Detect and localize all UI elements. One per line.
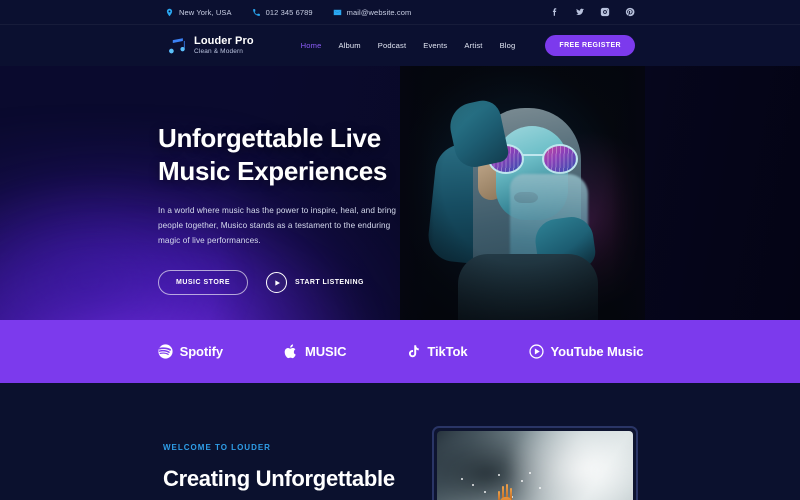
hero-content: Unforgettable Live Music Experiences In … xyxy=(158,122,403,296)
brand-name: Louder Pro xyxy=(194,34,254,47)
welcome-kicker: WELCOME TO LOUDER xyxy=(163,443,271,452)
tiktok-icon xyxy=(406,343,421,360)
hero-section: Unforgettable Live Music Experiences In … xyxy=(0,66,800,320)
platform-youtube-music-label: YouTube Music xyxy=(550,344,644,359)
welcome-text-block: WELCOME TO LOUDER Creating Unforgettable xyxy=(163,443,423,492)
streaming-platforms-bar: Spotify MUSIC TikTok YouTube Music xyxy=(0,320,800,383)
spotify-icon xyxy=(157,343,174,360)
contact-info-group: New York, USA 012 345 6789 mail@website.… xyxy=(165,8,411,17)
platform-apple-music[interactable]: MUSIC xyxy=(283,343,346,360)
brand-tagline: Clean & Modern xyxy=(194,47,244,55)
social-links-group xyxy=(550,7,635,17)
welcome-section: WELCOME TO LOUDER Creating Unforgettable xyxy=(0,383,800,500)
nav-item-podcast[interactable]: Podcast xyxy=(378,41,407,50)
play-icon[interactable] xyxy=(266,272,287,294)
nav-item-artist[interactable]: Artist xyxy=(464,41,482,50)
location-pin-icon xyxy=(165,8,174,17)
contact-phone-text: 012 345 6789 xyxy=(265,7,313,17)
apple-icon xyxy=(283,343,299,360)
nav-item-home[interactable]: Home xyxy=(301,41,322,50)
youtube-music-icon xyxy=(528,343,545,360)
start-listening-button[interactable]: START LISTENING xyxy=(266,272,364,294)
hero-image-artist xyxy=(400,66,645,320)
site-header: Louder Pro Clean & Modern Home Album Pod… xyxy=(0,25,800,66)
hero-description: In a world where music has the power to … xyxy=(158,205,397,245)
welcome-feature-image xyxy=(437,431,633,500)
facebook-icon[interactable] xyxy=(550,7,560,17)
hero-title-line-1: Unforgettable Live xyxy=(158,123,381,153)
nav-item-events[interactable]: Events xyxy=(423,41,447,50)
pinterest-icon[interactable] xyxy=(625,7,635,17)
platform-tiktok[interactable]: TikTok xyxy=(406,343,468,360)
instagram-icon[interactable] xyxy=(600,7,610,17)
platform-youtube-music[interactable]: YouTube Music xyxy=(528,343,644,360)
platform-spotify[interactable]: Spotify xyxy=(157,343,223,360)
platform-apple-music-label: MUSIC xyxy=(305,344,347,359)
music-store-button[interactable]: MUSIC STORE xyxy=(158,270,248,296)
brand-logo[interactable]: Louder Pro Clean & Modern xyxy=(165,35,254,57)
twitter-icon[interactable] xyxy=(575,7,585,17)
hero-title-line-2: Music Experiences xyxy=(158,156,388,187)
platform-tiktok-label: TikTok xyxy=(427,344,468,359)
landing-page: New York, USA 012 345 6789 mail@website.… xyxy=(0,0,800,500)
free-register-button[interactable]: FREE REGISTER xyxy=(545,35,635,56)
nav-item-blog[interactable]: Blog xyxy=(500,41,516,50)
hero-title: Unforgettable Live Music Experiences xyxy=(158,122,403,189)
contact-phone[interactable]: 012 345 6789 xyxy=(252,8,313,17)
raised-hand-illustration xyxy=(496,479,516,500)
top-contact-bar: New York, USA 012 345 6789 mail@website.… xyxy=(0,0,800,25)
envelope-icon xyxy=(333,8,342,17)
welcome-title: Creating Unforgettable xyxy=(163,466,395,491)
platform-spotify-label: Spotify xyxy=(179,344,223,359)
start-listening-label: START LISTENING xyxy=(295,279,364,287)
hero-actions: MUSIC STORE START LISTENING xyxy=(158,270,403,296)
contact-email[interactable]: mail@website.com xyxy=(333,8,412,17)
contact-location-text: New York, USA xyxy=(179,7,232,17)
music-note-icon xyxy=(165,35,187,57)
welcome-feature-image-card xyxy=(432,426,638,500)
contact-email-text: mail@website.com xyxy=(346,7,412,17)
phone-icon xyxy=(252,8,261,17)
main-navigation: Home Album Podcast Events Artist Blog FR… xyxy=(301,35,635,56)
nav-item-album[interactable]: Album xyxy=(338,41,360,50)
welcome-image-particles xyxy=(437,431,633,500)
contact-location[interactable]: New York, USA xyxy=(165,8,232,17)
